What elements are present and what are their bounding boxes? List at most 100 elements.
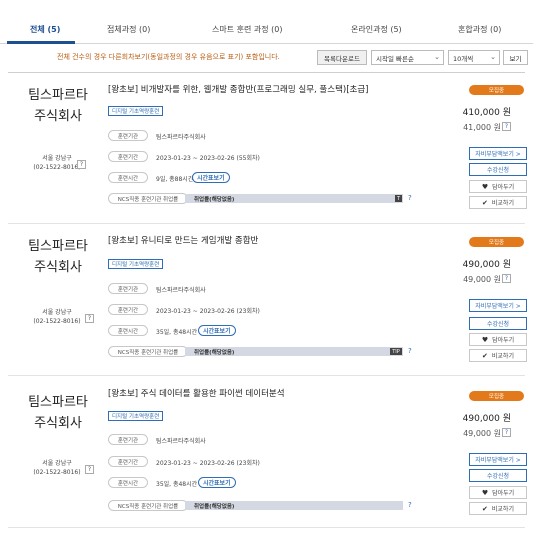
wishlist-button[interactable]: ♥ 담아두기 [469,180,527,193]
timetable-button[interactable]: 시간표보기 [198,477,236,488]
status-badge: 모집중 [469,237,524,247]
wishlist-label: 담아두기 [492,337,515,344]
time-value: 35일, 총48시간 [156,481,198,488]
phone-text: (02-1522-8016) [33,164,81,171]
help-icon[interactable]: ? [408,194,412,202]
location-text: 서울 강남구 [42,309,72,316]
heart-icon: ♥ [481,335,489,344]
employment-rate-value: 취업률(해당없음) [194,350,235,356]
list-download-button[interactable]: 목록다운로드 [317,50,367,65]
institution-name[interactable]: 팀스파르타 주식회사 [18,392,98,434]
self-burden-button[interactable]: 자비부담액보기 > [469,147,527,160]
chevron-down-icon: ⌄ [434,53,440,61]
ncs-label: NCS직종 훈련기관 취업률 [108,346,188,357]
compare-button[interactable]: ✔ 비교하기 [469,502,527,515]
course-card: 팀스파르타 주식회사 서울 강남구 (02-1522-8016) ? [왕초보]… [8,73,527,220]
help-icon[interactable]: ? [502,428,511,437]
sort-select[interactable]: 시작일 빠른순 ⌄ [371,50,444,65]
help-icon[interactable]: ? [77,160,86,169]
institution-name[interactable]: 팀스파르타 주식회사 [18,236,98,278]
period-label: 훈련기간 [108,456,148,467]
count-notice: 전체 건수의 경우 다른회차보기(동일과정의 경우 유음으로 표기) 포함입니다… [57,53,280,61]
status-badge: 모집중 [469,391,524,401]
course-card: 팀스파르타 주식회사 서울 강남구 (02-1522-8016) ? [왕초보]… [8,224,527,371]
org-value: 팀스파르타주식회사 [156,287,206,294]
tab-blended[interactable]: 혼합과정 (0) [458,24,501,35]
tab-online[interactable]: 온라인과정 (5) [351,24,402,35]
time-label: 훈련시간 [108,325,148,336]
course-title[interactable]: [왕초보] 유니티로 만드는 게임개발 종합반 [108,234,258,246]
apply-button[interactable]: 수강신청 [469,163,527,176]
timetable-button[interactable]: 시간표보기 [198,325,236,336]
course-title[interactable]: [왕초보] 비개발자를 위한, 웹개발 종합반(프로그래밍 실무, 풀스택)[초… [108,83,368,95]
tip-marker: TIP [390,348,402,355]
help-icon[interactable]: ? [408,347,412,355]
apply-button[interactable]: 수강신청 [469,317,527,330]
page-size-value: 10개씩 [453,54,474,63]
page-size-select[interactable]: 10개씩 ⌄ [448,50,500,65]
institution-location: 서울 강남구 (02-1522-8016) [32,154,82,172]
course-price: 410,000 원 [462,108,511,118]
compare-label: 비교하기 [491,353,514,360]
employment-rate-value: 취업률(해당없음) [194,504,235,510]
tip-marker: T [395,195,402,202]
phone-text: (02-1522-8016) [33,469,81,476]
status-badge: 모집중 [469,85,524,95]
course-tag: 디지털 기초역량훈련 [108,106,164,116]
time-value: 35일, 총48시간 [156,329,198,336]
wishlist-button[interactable]: ♥ 담아두기 [469,333,527,346]
institution-name-line2: 주식회사 [34,109,82,124]
org-label: 훈련기관 [108,130,148,141]
institution-name-line2: 주식회사 [34,416,82,431]
course-type-tabs: 전체 (5) 접체과정 (0) 스마트 훈련 과정 (0) 온라인과정 (5) … [0,0,533,44]
tab-smart[interactable]: 스마트 훈련 과정 (0) [212,24,282,35]
institution-name-line1: 팀스파르타 [28,239,88,254]
card-divider [8,527,525,528]
tab-onsite[interactable]: 접체과정 (0) [107,24,150,35]
active-tab-indicator [7,41,75,44]
course-price: 490,000 원 [462,260,511,270]
period-label: 훈련기간 [108,151,148,162]
time-value: 9일, 총88시간 [156,176,194,183]
help-icon[interactable]: ? [85,465,94,474]
wishlist-button[interactable]: ♥ 담아두기 [469,486,527,499]
compare-button[interactable]: ✔ 비교하기 [469,196,527,209]
compare-button[interactable]: ✔ 비교하기 [469,349,527,362]
institution-name[interactable]: 팀스파르타 주식회사 [18,85,98,127]
timetable-button[interactable]: 시간표보기 [192,172,230,183]
period-value: 2023-01-23 ~ 2023-02-26 (23회차) [156,308,260,315]
org-value: 팀스파르타주식회사 [156,134,206,141]
wishlist-label: 담아두기 [492,490,515,497]
ncs-label: NCS직종 훈련기관 취업률 [108,193,188,204]
time-label: 훈련시간 [108,477,148,488]
heart-icon: ♥ [481,488,489,497]
wishlist-label: 담아두기 [492,184,515,191]
self-pay-price: 41,000 원 [463,123,501,132]
apply-button[interactable]: 수강신청 [469,469,527,482]
period-value: 2023-01-23 ~ 2023-02-26 (23회차) [156,460,260,467]
institution-name-line1: 팀스파르타 [28,395,88,410]
help-icon[interactable]: ? [502,274,511,283]
institution-location: 서울 강남구 (02-1522-8016) [32,308,82,326]
org-value: 팀스파르타주식회사 [156,438,206,445]
help-icon[interactable]: ? [85,314,94,323]
view-button[interactable]: 보기 [503,50,528,65]
chevron-down-icon: ⌄ [490,53,496,61]
heart-icon: ♥ [481,182,489,191]
course-price: 490,000 원 [462,414,511,424]
self-burden-button[interactable]: 자비부담액보기 > [469,453,527,466]
help-icon[interactable]: ? [502,122,511,131]
tab-all[interactable]: 전체 (5) [30,24,60,35]
compare-label: 비교하기 [491,200,514,207]
self-burden-button[interactable]: 자비부담액보기 > [469,299,527,312]
course-tag: 디지털 기초역량훈련 [108,259,164,269]
location-text: 서울 강남구 [42,155,72,162]
course-title[interactable]: [왕초보] 주식 데이터를 활용한 파이썬 데이터분석 [108,387,285,399]
org-label: 훈련기관 [108,283,148,294]
period-value: 2023-01-23 ~ 2023-02-26 (55회차) [156,155,260,162]
org-label: 훈련기관 [108,434,148,445]
institution-location: 서울 강남구 (02-1522-8016) [32,459,82,477]
employment-rate-value: 취업률(해당없음) [194,197,235,203]
help-icon[interactable]: ? [408,501,412,509]
course-tag: 디지털 기초역량훈련 [108,411,164,421]
